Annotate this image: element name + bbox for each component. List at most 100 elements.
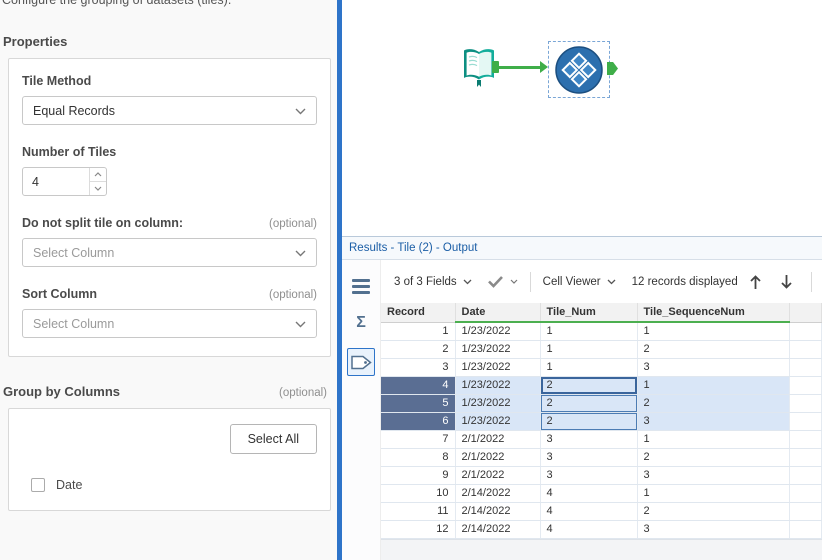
cell-seq[interactable]: 3 xyxy=(637,520,790,539)
tile-output-anchor[interactable] xyxy=(607,62,618,75)
cell-record[interactable]: 11 xyxy=(381,502,456,521)
sort-column-label-row: Sort Column (optional) xyxy=(22,287,317,301)
cell-seq[interactable]: 1 xyxy=(637,322,790,341)
tool-description: Configure the grouping of datasets (tile… xyxy=(2,0,232,7)
connection-wire[interactable] xyxy=(499,66,541,69)
cell-tile[interactable]: 2 xyxy=(540,376,638,395)
increment-button[interactable] xyxy=(90,168,106,182)
cell-record[interactable]: 4 xyxy=(381,376,456,395)
cell-date[interactable]: 2/14/2022 xyxy=(455,484,541,503)
decrement-button[interactable] xyxy=(90,182,106,195)
tile-tool[interactable] xyxy=(554,45,604,100)
arrow-up-icon[interactable] xyxy=(749,274,762,290)
no-split-column-select[interactable]: Select Column xyxy=(22,238,317,267)
cell-tile[interactable]: 2 xyxy=(540,412,638,431)
data-grid-view-icon[interactable] xyxy=(347,274,375,298)
results-main: 3 of 3 Fields Cell Viewer 12 records dis… xyxy=(381,260,822,560)
cell-date[interactable]: 2/14/2022 xyxy=(455,520,541,539)
cell-date[interactable]: 2/1/2022 xyxy=(455,448,541,467)
cell-tile[interactable]: 4 xyxy=(540,484,638,503)
cell-seq[interactable]: 1 xyxy=(637,376,790,395)
table-row: 1 1/23/2022 1 1 xyxy=(381,322,822,341)
cell-date[interactable]: 1/23/2022 xyxy=(455,322,541,341)
chevron-down-icon xyxy=(295,102,306,120)
cell-tile[interactable]: 3 xyxy=(540,448,638,467)
cell-date[interactable]: 2/1/2022 xyxy=(455,430,541,449)
cell-record[interactable]: 1 xyxy=(381,322,456,341)
cell-record[interactable]: 10 xyxy=(381,484,456,503)
cell-tile[interactable]: 1 xyxy=(540,322,638,341)
column-header-date[interactable]: Date xyxy=(455,303,541,323)
tile-method-select[interactable]: Equal Records xyxy=(22,96,317,125)
tile-method-value: Equal Records xyxy=(33,103,115,118)
cell-filler xyxy=(789,412,822,431)
input-data-tool[interactable] xyxy=(462,47,496,92)
number-of-tiles-label: Number of Tiles xyxy=(22,145,117,159)
cell-record[interactable]: 3 xyxy=(381,358,456,377)
checkbox[interactable] xyxy=(31,478,45,492)
column-header-tile_sequencenum[interactable]: Tile_SequenceNum xyxy=(637,303,790,323)
cell-filler xyxy=(789,520,822,539)
output-anchor[interactable] xyxy=(492,61,499,73)
record-navigation xyxy=(749,274,797,290)
cell-seq[interactable]: 2 xyxy=(637,394,790,413)
no-split-optional-tag: (optional) xyxy=(269,218,317,230)
cell-date[interactable]: 1/23/2022 xyxy=(455,376,541,395)
cell-tile[interactable]: 4 xyxy=(540,502,638,521)
cell-filler xyxy=(789,394,822,413)
column-header-tile_num[interactable]: Tile_Num xyxy=(540,303,638,323)
fields-dropdown[interactable]: 3 of 3 Fields xyxy=(394,276,472,288)
cell-date[interactable]: 2/1/2022 xyxy=(455,466,541,485)
cell-filler xyxy=(789,448,822,467)
cell-tile[interactable]: 2 xyxy=(540,394,638,413)
cell-seq[interactable]: 3 xyxy=(637,466,790,485)
cell-tile[interactable]: 4 xyxy=(540,520,638,539)
cell-tile[interactable]: 3 xyxy=(540,430,638,449)
cell-seq[interactable]: 2 xyxy=(637,502,790,521)
cell-viewer-dropdown[interactable]: Cell Viewer xyxy=(543,276,616,288)
field-select-check[interactable] xyxy=(487,275,518,288)
metadata-view-icon[interactable]: Σ xyxy=(347,311,375,335)
arrow-down-icon[interactable] xyxy=(780,274,793,290)
group-by-heading-row: Group by Columns (optional) xyxy=(3,384,327,399)
cell-date[interactable]: 1/23/2022 xyxy=(455,412,541,431)
cell-seq[interactable]: 1 xyxy=(637,430,790,449)
cell-date[interactable]: 1/23/2022 xyxy=(455,394,541,413)
cell-seq[interactable]: 3 xyxy=(637,358,790,377)
table-row: 2 1/23/2022 1 2 xyxy=(381,340,822,359)
workflow-canvas[interactable] xyxy=(342,0,822,236)
cell-tile[interactable]: 1 xyxy=(540,358,638,377)
cell-seq[interactable]: 1 xyxy=(637,484,790,503)
cell-seq[interactable]: 2 xyxy=(637,448,790,467)
column-header-record[interactable]: Record xyxy=(381,303,456,323)
alteryx-designer-window: Configure the grouping of datasets (tile… xyxy=(0,0,822,560)
group-by-box: Select All Date xyxy=(8,408,331,511)
cell-date[interactable]: 2/14/2022 xyxy=(455,502,541,521)
cell-date[interactable]: 1/23/2022 xyxy=(455,340,541,359)
cell-record[interactable]: 12 xyxy=(381,520,456,539)
output-tag-view-icon[interactable] xyxy=(347,348,375,376)
cell-record[interactable]: 6 xyxy=(381,412,456,431)
chevron-down-icon xyxy=(295,244,306,262)
sort-column-value: Select Column xyxy=(33,316,115,331)
cell-record[interactable]: 8 xyxy=(381,448,456,467)
cell-seq[interactable]: 3 xyxy=(637,412,790,431)
cell-tile[interactable]: 1 xyxy=(540,340,638,359)
cell-seq[interactable]: 2 xyxy=(637,340,790,359)
tile-tool-icon xyxy=(555,46,603,94)
cell-record[interactable]: 5 xyxy=(381,394,456,413)
table-row: 8 2/1/2022 3 2 xyxy=(381,448,822,467)
sort-column-select[interactable]: Select Column xyxy=(22,309,317,338)
configuration-panel: Configure the grouping of datasets (tile… xyxy=(0,0,337,560)
select-all-row: Select All xyxy=(22,424,317,454)
cell-record[interactable]: 9 xyxy=(381,466,456,485)
properties-box: Tile Method Equal Records Number of Tile… xyxy=(8,58,331,357)
select-all-button[interactable]: Select All xyxy=(229,424,317,454)
horizontal-scroll-area[interactable] xyxy=(381,538,822,560)
cell-record[interactable]: 2 xyxy=(381,340,456,359)
cell-record[interactable]: 7 xyxy=(381,430,456,449)
cell-date[interactable]: 1/23/2022 xyxy=(455,358,541,377)
cell-tile[interactable]: 3 xyxy=(540,466,638,485)
check-icon xyxy=(487,276,503,288)
number-of-tiles-stepper[interactable]: 4 xyxy=(22,167,107,196)
